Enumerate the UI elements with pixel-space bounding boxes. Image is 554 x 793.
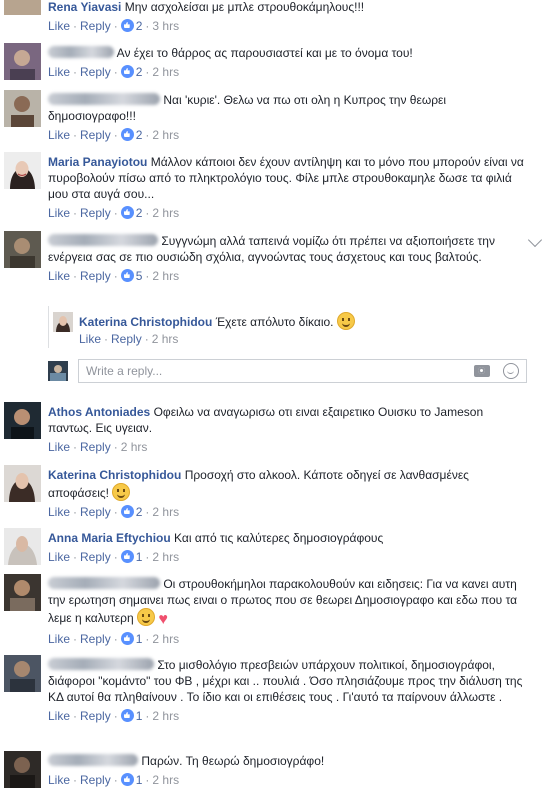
comment-actions: Like · Reply · 1 · 2 hrs [48, 709, 180, 723]
like-link[interactable]: Like [48, 269, 70, 283]
commenter-name-redacted[interactable] [48, 46, 114, 58]
emoji-icon [336, 312, 355, 330]
reply-link[interactable]: Reply [80, 128, 111, 142]
reply-link[interactable]: Reply [80, 206, 111, 220]
like-reaction-icon[interactable] [120, 65, 134, 78]
avatar[interactable] [4, 152, 41, 189]
commenter-name-redacted[interactable] [48, 754, 138, 766]
like-link[interactable]: Like [48, 440, 70, 454]
emoji-icon [136, 608, 155, 626]
timestamp[interactable]: 2 hrs [152, 505, 179, 519]
like-reaction-icon[interactable] [120, 19, 134, 32]
commenter-name-redacted[interactable] [48, 93, 160, 105]
like-reaction-icon[interactable] [120, 550, 134, 563]
avatar[interactable] [4, 528, 41, 565]
comment-text: Μην ασχολείσαι με μπλε στρουθοκάμηλους!!… [124, 0, 365, 14]
commenter-name-redacted[interactable] [48, 577, 160, 589]
timestamp[interactable]: 2 hrs [152, 206, 179, 220]
like-link[interactable]: Like [48, 709, 70, 723]
reply-input[interactable] [79, 360, 437, 382]
like-reaction-icon[interactable] [120, 128, 134, 141]
comment-actions: Like · Reply · 2 · 2 hrs [48, 128, 180, 142]
comment-text: Και από τις καλύτερες δημοσιογράφους [174, 531, 384, 545]
comment-actions: Like · Reply · 2 · 2 hrs [48, 206, 180, 220]
like-reaction-icon[interactable] [120, 505, 134, 518]
like-link[interactable]: Like [48, 19, 70, 33]
timestamp[interactable]: 2 hrs [152, 550, 179, 564]
commenter-name-redacted[interactable] [48, 234, 158, 246]
comment-actions: Like · Reply · 2 · 2 hrs [48, 505, 180, 519]
comment-actions: Like · Reply · 1 · 2 hrs [48, 773, 180, 787]
like-link[interactable]: Like [48, 128, 70, 142]
avatar[interactable] [4, 751, 41, 788]
commenter-name[interactable]: Katerina Christophidou [48, 468, 181, 482]
timestamp[interactable]: 2 hrs [152, 709, 179, 723]
like-reaction-icon[interactable] [120, 632, 134, 645]
reply-input-box[interactable] [78, 359, 527, 383]
reply-link[interactable]: Reply [80, 505, 111, 519]
chevron-down-icon[interactable] [527, 232, 543, 248]
like-link[interactable]: Like [48, 65, 70, 79]
commenter-name[interactable]: Anna Maria Eftychiou [48, 531, 171, 545]
timestamp[interactable]: 3 hrs [152, 19, 179, 33]
heart-icon: ♥ [158, 611, 168, 628]
commenter-name[interactable]: Katerina Christophidou [79, 315, 212, 329]
reply-link[interactable]: Reply [111, 332, 142, 346]
comment-text: Αν έχει το θάρρος ας παρουσιαστεί και με… [116, 46, 413, 60]
like-link[interactable]: Like [48, 773, 70, 787]
timestamp[interactable]: 2 hrs [152, 128, 179, 142]
reply-link[interactable]: Reply [80, 550, 111, 564]
emoji-icon[interactable] [503, 363, 519, 379]
timestamp[interactable]: 2 hrs [152, 632, 179, 646]
avatar[interactable] [4, 0, 41, 15]
timestamp[interactable]: 2 hrs [152, 773, 179, 787]
avatar[interactable] [4, 402, 41, 439]
comment-actions: Like · Reply · 2 hrs [48, 440, 148, 454]
reply-link[interactable]: Reply [80, 269, 111, 283]
avatar[interactable] [4, 231, 41, 268]
camera-icon[interactable] [474, 365, 490, 377]
avatar[interactable] [4, 465, 41, 502]
avatar[interactable] [4, 655, 41, 692]
avatar[interactable] [4, 574, 41, 611]
timestamp[interactable]: 2 hrs [152, 332, 179, 346]
emoji-icon [112, 483, 131, 501]
like-link[interactable]: Like [48, 632, 70, 646]
commenter-name[interactable]: Athos Antoniades [48, 405, 150, 419]
reply-link[interactable]: Reply [80, 709, 111, 723]
avatar[interactable] [4, 43, 41, 80]
like-reaction-icon[interactable] [120, 206, 134, 219]
comment-actions: Like · Reply · 5 · 2 hrs [48, 269, 180, 283]
reply-link[interactable]: Reply [80, 440, 111, 454]
reply-composer [48, 359, 554, 383]
avatar[interactable] [4, 90, 41, 127]
comment-actions: Like · Reply · 1 · 2 hrs [48, 550, 180, 564]
like-reaction-icon[interactable] [120, 269, 134, 282]
comment-text: Παρών. Τη θεωρώ δημοσιογράφο! [141, 754, 325, 768]
reply-link[interactable]: Reply [80, 632, 111, 646]
comment-actions: Like · Reply · 2 · 2 hrs [48, 65, 180, 79]
avatar [48, 361, 68, 381]
comment-actions: Like · Reply · 2 · 3 hrs [48, 19, 180, 33]
like-link[interactable]: Like [48, 505, 70, 519]
avatar[interactable] [53, 312, 73, 332]
like-reaction-icon[interactable] [120, 709, 134, 722]
commenter-name-redacted[interactable] [48, 658, 154, 670]
commenter-name[interactable]: Rena Yiavasi [48, 0, 121, 14]
reply-link[interactable]: Reply [80, 65, 111, 79]
like-link[interactable]: Like [48, 550, 70, 564]
reply-link[interactable]: Reply [80, 773, 111, 787]
timestamp[interactable]: 2 hrs [152, 269, 179, 283]
timestamp[interactable]: 2 hrs [121, 440, 148, 454]
like-reaction-icon[interactable] [120, 773, 134, 786]
like-link[interactable]: Like [48, 206, 70, 220]
reply-link[interactable]: Reply [80, 19, 111, 33]
comment-text: Έχετε απόλυτο δίκαιο. [215, 315, 334, 329]
timestamp[interactable]: 2 hrs [152, 65, 179, 79]
comment-actions: Like · Reply · 2 hrs [79, 332, 179, 346]
comment-actions: Like · Reply · 1 · 2 hrs [48, 632, 180, 646]
like-link[interactable]: Like [79, 332, 101, 346]
reply-thread: Katerina Christophidou Έχετε απόλυτο δίκ… [48, 306, 554, 348]
commenter-name[interactable]: Maria Panayiotou [48, 155, 147, 169]
